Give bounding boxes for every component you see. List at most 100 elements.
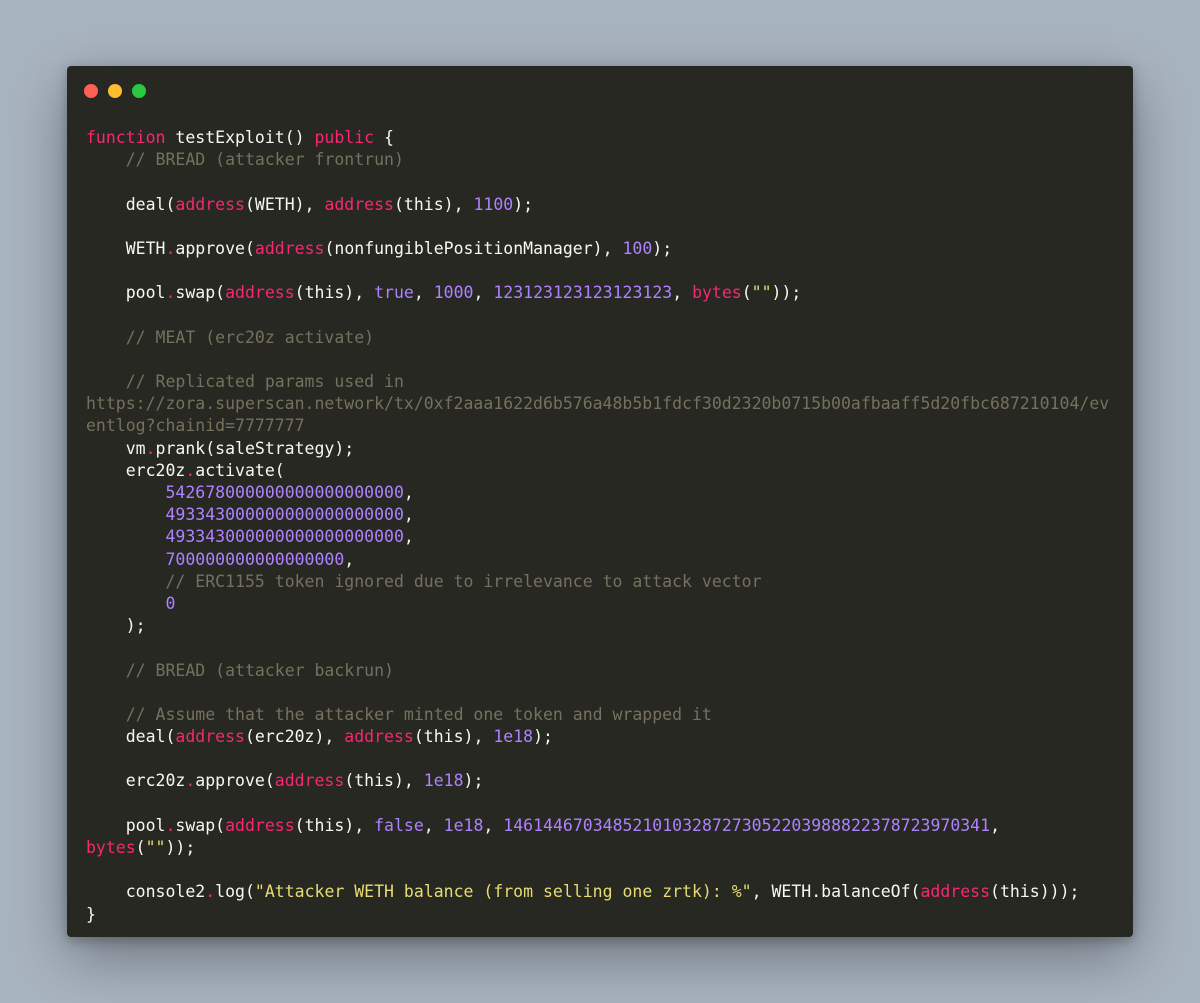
code-token: (erc20z), (244, 727, 345, 747)
number-token: 542678000000000000000000 (165, 483, 404, 502)
code-token: ); (463, 771, 484, 791)
number-token: 1e18 (423, 771, 464, 791)
number-token: true (374, 283, 414, 303)
maximize-window-icon[interactable] (132, 84, 146, 98)
code-line: erc20z.approve(address(this), 1e18); (86, 770, 1125, 792)
keyword-token: address (225, 283, 295, 303)
keyword-token: . (185, 460, 196, 480)
code-token: (nonfungiblePositionManager), (324, 238, 623, 258)
keyword-token: address (175, 727, 245, 747)
keyword-token: bytes (86, 838, 136, 857)
keyword-token: address (225, 815, 295, 835)
code-token: swap( (175, 815, 226, 835)
code-line: https://zora.superscan.network/tx/0xf2aa… (86, 393, 1125, 415)
code-token: vm (86, 438, 146, 458)
keyword-token: . (185, 771, 196, 791)
keyword-token: address (920, 882, 991, 902)
keyword-token: . (205, 882, 216, 902)
code-line: 493343000000000000000000, (86, 504, 1125, 526)
code-token: , (344, 549, 355, 569)
code-line: bytes("")); (86, 837, 1125, 859)
code-token: , (403, 483, 414, 502)
code-line: } (86, 904, 1125, 926)
code-token: (this), (344, 771, 424, 791)
code-window: function testExploit() public { // BREAD… (67, 66, 1133, 937)
code-line: pool.swap(address(this), true, 1000, 123… (86, 282, 1125, 304)
code-token: deal( (86, 727, 176, 747)
code-line: deal(address(erc20z), address(this), 1e1… (86, 726, 1125, 748)
number-token: 123123123123123123 (493, 283, 673, 303)
comment-token: // BREAD (attacker backrun) (125, 660, 394, 680)
code-token: ( (135, 838, 146, 857)
code-line: WETH.approve(address(nonfungiblePosition… (86, 238, 1125, 260)
code-token: WETH (86, 238, 166, 258)
code-line: 493343000000000000000000, (86, 526, 1125, 548)
code-token: log( (215, 882, 255, 902)
comment-token: // Replicated params used in (125, 372, 404, 392)
code-token: (this), (294, 815, 375, 835)
keyword-token: . (165, 238, 176, 258)
comment-token: // MEAT (erc20z activate) (125, 327, 375, 347)
code-token: , (990, 815, 1000, 835)
code-token: , (403, 505, 414, 525)
close-window-icon[interactable] (84, 84, 98, 98)
code-token: approve( (175, 238, 255, 258)
string-token: "" (751, 283, 772, 303)
code-token: (this))); (990, 882, 1080, 902)
code-token: ); (513, 194, 534, 214)
number-token: 1e18 (443, 815, 484, 835)
code-token: , (403, 527, 414, 547)
code-token: , (483, 815, 504, 835)
code-line: entlog?chainid=7777777 (86, 415, 1125, 437)
code-line: console2.log("Attacker WETH balance (fro… (86, 881, 1125, 903)
code-token: ); (86, 616, 146, 636)
code-line: 0 (86, 593, 1125, 615)
keyword-token: address (274, 771, 345, 791)
string-token: "Attacker WETH balance (from selling one… (254, 882, 752, 902)
code-token: } (86, 904, 96, 924)
code-line: // BREAD (attacker frontrun) (86, 149, 1125, 171)
number-token: false (374, 815, 424, 835)
code-token: pool (86, 815, 166, 835)
keyword-token: address (254, 238, 325, 258)
keyword-token: function (86, 128, 166, 147)
number-token: 1e18 (493, 727, 534, 747)
code-token: , WETH.balanceOf( (751, 882, 921, 902)
code-token: deal( (86, 194, 176, 214)
number-token: 1461446703485210103287273052203988822378… (503, 815, 991, 835)
string-token: "" (145, 838, 166, 857)
code-token: (WETH), (244, 194, 325, 214)
code-token: , (423, 815, 444, 835)
number-token: 1100 (473, 194, 514, 214)
comment-token: // BREAD (attacker frontrun) (125, 150, 404, 170)
code-block: function testExploit() public { // BREAD… (86, 127, 1125, 926)
number-token: 0 (165, 593, 176, 613)
number-token: 100 (622, 238, 653, 258)
keyword-token: . (145, 438, 156, 458)
code-line: function testExploit() public { (86, 127, 1125, 149)
number-token: 493343000000000000000000 (165, 527, 404, 547)
code-token: ); (652, 238, 673, 258)
code-token: ( (741, 283, 752, 303)
window-titlebar (67, 66, 1133, 118)
keyword-token: address (175, 194, 245, 214)
minimize-window-icon[interactable] (108, 84, 122, 98)
code-token: )); (165, 838, 196, 857)
code-token: )); (771, 283, 802, 303)
code-token: console2 (86, 882, 206, 902)
comment-token: // Assume that the attacker minted one t… (125, 704, 712, 724)
code-line: // Assume that the attacker minted one t… (86, 704, 1125, 726)
